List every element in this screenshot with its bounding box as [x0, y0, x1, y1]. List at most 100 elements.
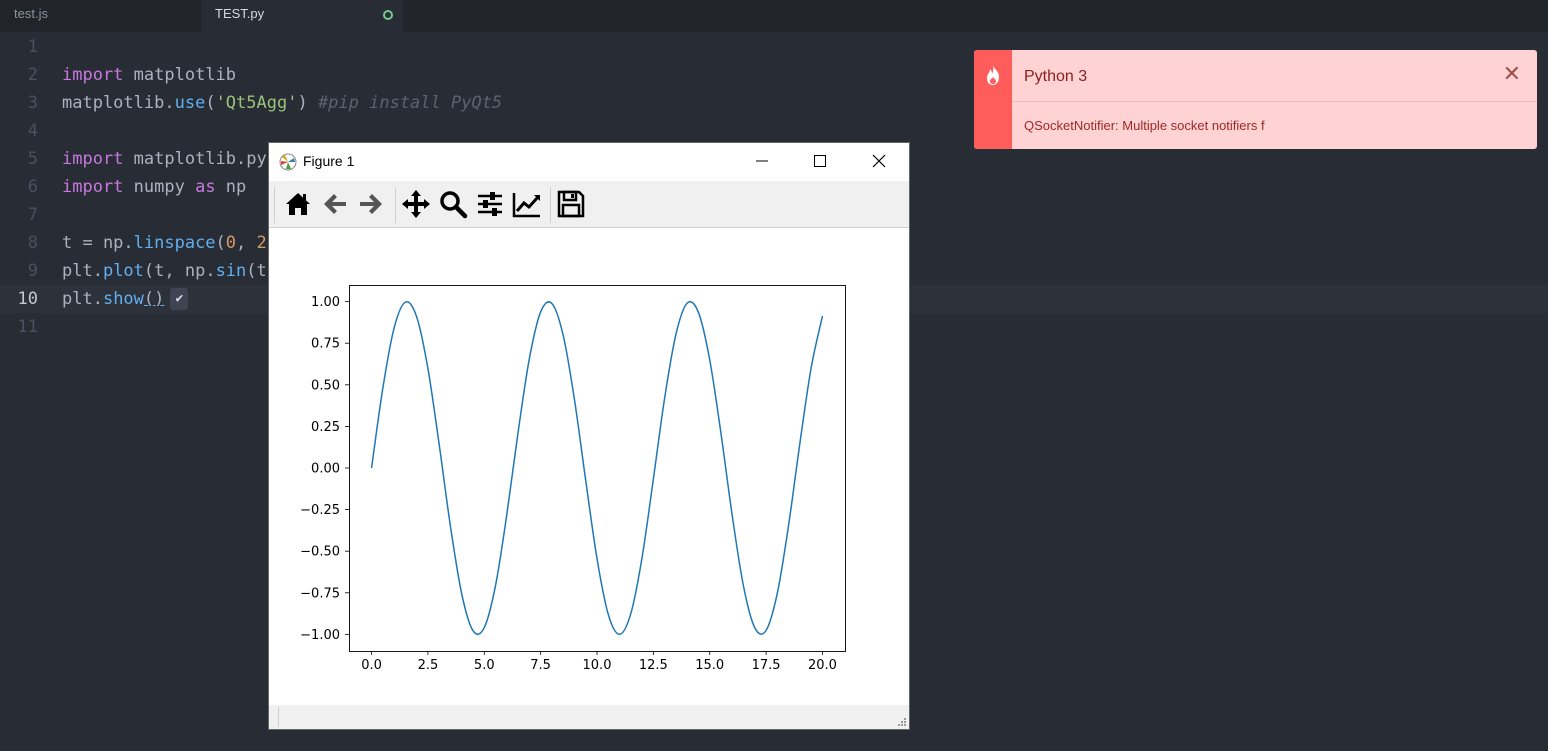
minimize-icon: [756, 160, 768, 162]
line-number: 10: [17, 289, 38, 309]
y-tick-label: 1.00: [311, 295, 340, 310]
close-icon[interactable]: ✕: [1503, 62, 1521, 87]
modified-indicator-icon: [383, 10, 393, 20]
axes-frame: [349, 285, 846, 652]
close-icon: [872, 154, 886, 168]
plot-canvas[interactable]: 0.0 2.5 5.0 7.5 10.0 12.5 15.0 17.5 20.0 1.00 0.75…: [269, 228, 909, 705]
line-number: 5: [27, 149, 38, 169]
tab-bar: test.js TEST.py: [0, 0, 1548, 32]
series-line-0: [370, 300, 824, 636]
code-token: sin: [215, 261, 247, 281]
edit-axis-icon[interactable]: [512, 189, 542, 219]
line-number: 7: [27, 205, 38, 225]
toolbar-grip: [274, 187, 275, 223]
line-number: 2: [27, 65, 38, 85]
y-tick-label: −0.75: [300, 586, 340, 601]
y-tick-label: −1.00: [300, 628, 340, 643]
window-titlebar[interactable]: Figure 1: [269, 143, 909, 181]
code-token: as: [195, 177, 216, 197]
save-icon[interactable]: [556, 189, 586, 219]
code-token: plt.: [62, 289, 103, 309]
notification-title: Python 3: [1024, 68, 1088, 85]
divider: [1012, 101, 1537, 102]
zoom-icon[interactable]: [438, 189, 468, 219]
x-tick-label: 15.0: [695, 658, 724, 673]
home-icon[interactable]: [283, 189, 313, 219]
code-token: 2: [256, 233, 267, 253]
x-tick-label: 12.5: [639, 658, 668, 673]
plot-toolbar: [269, 181, 909, 228]
x-tick-label: 5.0: [474, 658, 495, 673]
status-grip: [278, 707, 279, 727]
code-token: plot: [102, 261, 144, 281]
code-token: ): [297, 93, 318, 113]
toolbar-separator: [395, 187, 396, 223]
tab-test-js[interactable]: test.js: [0, 0, 201, 32]
code-token: matplotlib.: [62, 93, 175, 113]
line-number: 4: [27, 121, 38, 141]
code-token: matplotlib.py: [123, 149, 267, 169]
line-number: 3: [27, 93, 38, 113]
code-token: np: [215, 177, 247, 197]
line-number: 11: [17, 317, 38, 337]
maximize-icon: [814, 155, 826, 167]
forward-icon[interactable]: [356, 189, 386, 219]
resize-grip-icon[interactable]: [897, 717, 907, 727]
close-button[interactable]: [849, 143, 907, 181]
line-number: 6: [27, 177, 38, 197]
minimize-button[interactable]: [733, 143, 791, 181]
tab-test-py[interactable]: TEST.py: [201, 0, 403, 32]
figure-window: Figure 1 0.0 2.5 5.0 7.5 10.0 12.5 15.0 …: [269, 143, 909, 729]
code-token: 'Qt5Agg': [215, 93, 298, 113]
code-token: use: [174, 93, 206, 113]
line-number: 1: [27, 37, 38, 57]
code-token: import: [62, 149, 124, 169]
x-tick-label: 7.5: [530, 658, 551, 673]
line-number: 8: [27, 233, 38, 253]
code-token: (: [205, 93, 216, 113]
code-token: plt.: [62, 261, 103, 281]
notification-side: [974, 50, 1012, 149]
flame-icon: [987, 65, 999, 85]
pan-icon[interactable]: [401, 189, 431, 219]
y-tick-label: 0.75: [311, 337, 340, 352]
code-token: 0: [225, 233, 237, 253]
tab-label: TEST.py: [215, 6, 265, 21]
window-title: Figure 1: [303, 153, 355, 169]
notification-message: QSocketNotifier: Multiple socket notifie…: [1024, 118, 1265, 133]
tab-label: test.js: [14, 6, 48, 21]
code-token: matplotlib: [123, 65, 237, 85]
maximize-button[interactable]: [791, 143, 849, 181]
sine-chart: 0.0 2.5 5.0 7.5 10.0 12.5 15.0 17.5 20.0 1.00 0.75…: [300, 285, 846, 673]
status-bar: [269, 705, 909, 729]
line-number: 9: [27, 261, 38, 281]
code-token: import: [62, 177, 124, 197]
configure-subplots-icon[interactable]: [475, 189, 505, 219]
x-tick-label: 2.5: [418, 658, 439, 673]
code-token: t = np.: [62, 233, 134, 253]
x-tick-label: 17.5: [752, 658, 781, 673]
code-token: numpy: [123, 177, 196, 197]
y-tick-label: −0.25: [300, 503, 340, 518]
code-token: import: [62, 65, 124, 85]
code-token: (: [215, 233, 226, 253]
x-tick-label: 10.0: [583, 658, 612, 673]
y-tick-label: 0.25: [311, 420, 340, 435]
matplotlib-icon: [279, 153, 297, 171]
x-tick-label: 0.0: [361, 658, 382, 673]
code-comment: #pip install PyQt5: [317, 93, 503, 113]
y-tick-label: 0.00: [311, 462, 340, 477]
toolbar-separator: [550, 187, 551, 223]
back-icon[interactable]: [320, 189, 350, 219]
code-token: (t: [246, 261, 267, 281]
x-tick-label: 20.0: [808, 658, 837, 673]
error-notification: Python 3 ✕ QSocketNotifier: Multiple soc…: [974, 50, 1537, 149]
code-token: ,: [236, 233, 257, 253]
code-token: linspace: [133, 233, 216, 253]
y-tick-label: 0.50: [311, 378, 340, 393]
code-token: (t, np.: [143, 261, 216, 281]
code-token: (): [143, 289, 165, 309]
y-tick-label: −0.50: [300, 545, 340, 560]
code-token: show: [102, 289, 144, 309]
run-result-check-icon[interactable]: ✔: [170, 288, 189, 310]
